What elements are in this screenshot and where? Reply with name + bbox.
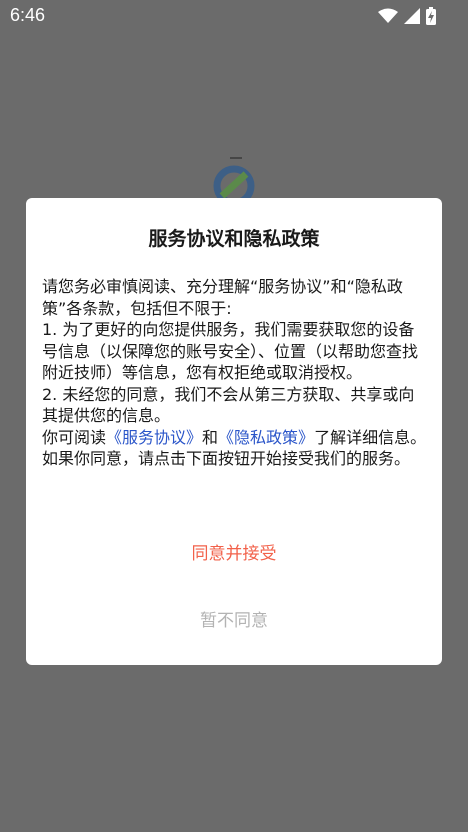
battery-charging-icon [426, 7, 436, 25]
dialog-title: 服务协议和隐私政策 [148, 228, 320, 250]
privacy-dialog: 服务协议和隐私政策 请您务必审慎阅读、充分理解“服务协议”和“隐私政策”各条款，… [26, 198, 442, 665]
read-prefix: 你可阅读 [42, 427, 107, 447]
wifi-icon [378, 8, 398, 23]
app-logo-icon [213, 157, 255, 204]
read-paragraph: 你可阅读《服务协议》和《隐私政策》了解详细信息。如果你同意，请点击下面按钮开始接… [42, 427, 428, 470]
decline-button[interactable]: 暂不同意 [26, 605, 442, 637]
status-bar: 6:46 [0, 0, 468, 32]
status-time: 6:46 [10, 5, 46, 25]
item-2-text: 2. 未经您的同意，我们不会从第三方获取、共享或向其提供您的信息。 [42, 384, 415, 426]
item-1-text: 1. 为了更好的向您提供服务，我们需要获取您的设备号信息（以保障您的账号安全）、… [42, 320, 419, 382]
accept-button[interactable]: 同意并接受 [26, 538, 442, 570]
status-icons [378, 7, 436, 25]
and-text: 和 [202, 427, 219, 447]
service-agreement-link[interactable]: 《服务协议》 [106, 428, 202, 447]
intro-text: 请您务必审慎阅读、充分理解“服务协议”和“隐私政策”各条款，包括但不限于: [42, 277, 403, 318]
signal-icon [404, 8, 420, 24]
dialog-body: 请您务必审慎阅读、充分理解“服务协议”和“隐私政策”各条款，包括但不限于: 1.… [42, 276, 428, 470]
privacy-policy-link[interactable]: 《隐私政策》 [218, 428, 314, 447]
